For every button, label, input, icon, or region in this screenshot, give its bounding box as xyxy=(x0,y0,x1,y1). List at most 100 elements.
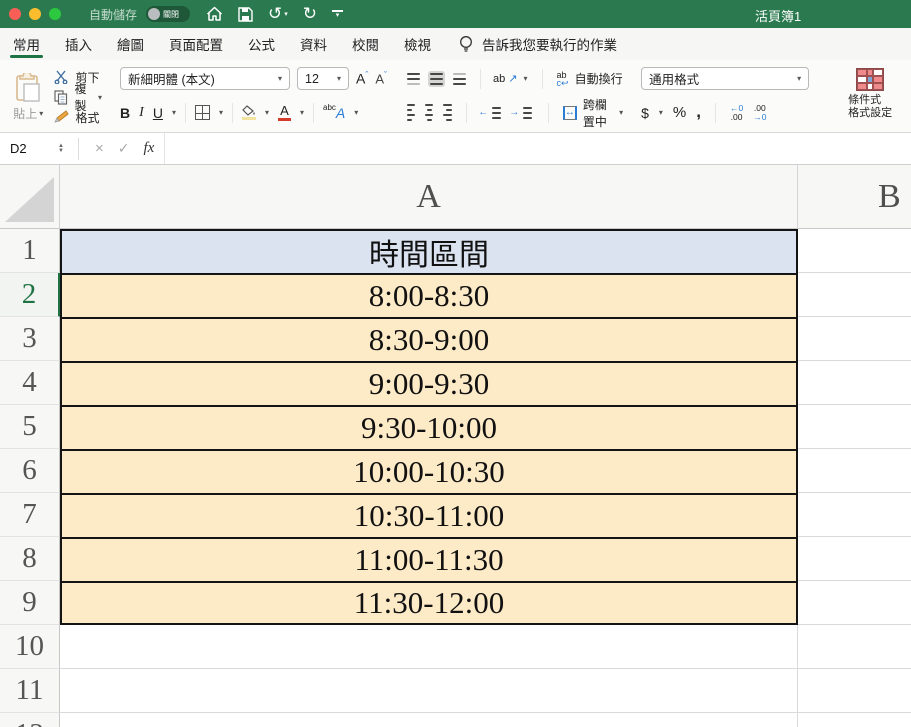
align-right-button[interactable] xyxy=(441,102,453,123)
bold-button[interactable]: B xyxy=(120,105,130,121)
align-center-button[interactable] xyxy=(423,102,435,123)
tab-data[interactable]: 資料 xyxy=(299,28,328,60)
cell-a7[interactable]: 10:30-11:00 xyxy=(62,495,796,539)
row-header-9[interactable]: 9 xyxy=(0,581,60,625)
undo-button[interactable]: ↺▾ xyxy=(268,6,288,23)
align-middle-button[interactable] xyxy=(428,71,445,87)
fill-color-icon[interactable] xyxy=(242,105,256,120)
chevron-down-icon: ▾ xyxy=(337,74,341,83)
tab-draw[interactable]: 繪圖 xyxy=(116,28,145,60)
chevron-down-icon[interactable]: ▾ xyxy=(172,108,176,117)
tab-home[interactable]: 常用 xyxy=(12,28,41,60)
text-orientation-button[interactable]: ab↗ xyxy=(493,72,517,85)
number-format-select[interactable]: 通用格式 ▾ xyxy=(641,67,809,90)
phonetic-guide-icon[interactable]: abcA xyxy=(323,105,345,121)
row-header-4[interactable]: 4 xyxy=(0,361,60,405)
comma-format-button[interactable]: , xyxy=(696,109,701,116)
alignment-group: ab↗ ▾ abc↩ 自動換行 ← → ↔ 跨欄置中 ▾ xyxy=(405,65,623,129)
row-header-6[interactable]: 6 xyxy=(0,449,60,493)
merge-center-button[interactable]: 跨欄置中 xyxy=(583,96,613,130)
row-header-12[interactable]: 12 xyxy=(0,713,60,727)
row-header-3[interactable]: 3 xyxy=(0,317,60,361)
name-box-spinner[interactable]: ▲▼ xyxy=(58,144,64,154)
increase-indent-button[interactable]: → xyxy=(509,105,534,121)
paste-button[interactable]: 貼上▾ xyxy=(8,65,48,129)
chevron-down-icon[interactable]: ▾ xyxy=(524,74,528,83)
cell-a6[interactable]: 10:00-10:30 xyxy=(62,451,796,495)
font-size-select[interactable]: 12 ▾ xyxy=(297,67,349,90)
font-group: 新細明體 (本文) ▾ 12 ▾ Aˆ Aˇ B I U ▾ ▾ ▾ A xyxy=(120,65,387,129)
insert-function-icon[interactable]: fx xyxy=(143,140,154,157)
gridline-row[interactable] xyxy=(60,669,911,713)
row-header-11[interactable]: 11 xyxy=(0,669,60,713)
tab-review[interactable]: 校閱 xyxy=(351,28,380,60)
bordered-range: 時間區間 8:00-8:30 8:30-9:00 9:00-9:30 9:30-… xyxy=(60,229,798,625)
tell-me-search[interactable]: 告訴我您要執行的作業 xyxy=(459,34,617,54)
underline-button[interactable]: U xyxy=(153,105,163,121)
decrease-indent-button[interactable]: ← xyxy=(478,105,503,121)
currency-format-button[interactable]: $ xyxy=(641,105,649,121)
column-header-b[interactable]: B xyxy=(797,165,911,229)
percent-format-button[interactable]: % xyxy=(673,104,686,121)
zoom-window-button[interactable] xyxy=(49,8,61,20)
chevron-down-icon[interactable]: ▾ xyxy=(300,108,304,117)
italic-button[interactable]: I xyxy=(139,105,144,121)
row-header-5[interactable]: 5 xyxy=(0,405,60,449)
cell-a2[interactable]: 8:00-8:30 xyxy=(62,275,796,319)
column-header-a[interactable]: A xyxy=(60,165,797,229)
home-icon[interactable] xyxy=(206,6,223,22)
chevron-down-icon[interactable]: ▾ xyxy=(659,108,663,117)
redo-button[interactable]: ↻ xyxy=(303,6,317,23)
autosave-toggle[interactable]: 關閉 xyxy=(146,6,190,22)
increase-font-size-button[interactable]: Aˆ xyxy=(356,70,368,87)
scissors-icon xyxy=(54,70,69,84)
cell-a5[interactable]: 9:30-10:00 xyxy=(62,407,796,451)
copy-button[interactable]: 複製 ▾ xyxy=(54,87,102,107)
increase-decimal-button[interactable]: ←0.00 xyxy=(730,104,743,122)
conditional-formatting-button[interactable]: 條件式 格式設定 xyxy=(827,65,911,129)
select-all-corner[interactable] xyxy=(0,165,60,229)
borders-icon[interactable] xyxy=(195,105,210,120)
minimize-window-button[interactable] xyxy=(29,8,41,20)
align-left-button[interactable] xyxy=(405,102,417,123)
cell-a8[interactable]: 11:00-11:30 xyxy=(62,539,796,583)
format-painter-button[interactable]: 格式 xyxy=(54,107,102,127)
enter-icon[interactable]: ✓ xyxy=(118,140,130,157)
close-window-button[interactable] xyxy=(9,8,21,20)
cell-a4[interactable]: 9:00-9:30 xyxy=(62,363,796,407)
font-color-icon[interactable]: A xyxy=(278,104,291,121)
name-box[interactable]: D2 xyxy=(0,141,56,156)
chevron-down-icon[interactable]: ▾ xyxy=(354,108,358,117)
tab-page-layout[interactable]: 頁面配置 xyxy=(168,28,224,60)
chevron-down-icon[interactable]: ▾ xyxy=(265,108,269,117)
wrap-text-button[interactable]: 自動換行 xyxy=(575,70,623,87)
cell-a9[interactable]: 11:30-12:00 xyxy=(62,583,796,623)
title-bar: 自動儲存 關閉 ↺▾ ↻ ▾ 活頁簿1 xyxy=(0,0,911,28)
gridline-row[interactable] xyxy=(60,625,911,669)
cancel-icon[interactable]: × xyxy=(95,140,104,157)
row-header-10[interactable]: 10 xyxy=(0,625,60,669)
align-top-button[interactable] xyxy=(405,71,422,87)
row-header-2[interactable]: 2 xyxy=(0,273,60,317)
row-header-7[interactable]: 7 xyxy=(0,493,60,537)
row-header-1[interactable]: 1 xyxy=(0,229,60,273)
chevron-down-icon[interactable]: ▾ xyxy=(619,108,623,117)
copy-icon xyxy=(54,90,68,105)
decrease-font-size-button[interactable]: Aˇ xyxy=(375,70,387,86)
formula-input[interactable] xyxy=(164,133,911,164)
save-icon[interactable] xyxy=(238,7,253,22)
row-header-8[interactable]: 8 xyxy=(0,537,60,581)
tab-formulas[interactable]: 公式 xyxy=(247,28,276,60)
cell-a1[interactable]: 時間區間 xyxy=(62,231,796,275)
chevron-down-icon: ▾ xyxy=(797,74,801,83)
ribbon-display-options-icon[interactable]: ▾ xyxy=(332,10,343,18)
decrease-decimal-button[interactable]: .00→0 xyxy=(753,104,766,122)
gridline-row[interactable] xyxy=(60,713,911,727)
tab-view[interactable]: 檢視 xyxy=(403,28,432,60)
chevron-down-icon[interactable]: ▾ xyxy=(219,108,223,117)
font-name-select[interactable]: 新細明體 (本文) ▾ xyxy=(120,67,290,90)
lightbulb-icon xyxy=(459,35,473,53)
align-bottom-button[interactable] xyxy=(451,71,468,87)
tab-insert[interactable]: 插入 xyxy=(64,28,93,60)
cell-a3[interactable]: 8:30-9:00 xyxy=(62,319,796,363)
